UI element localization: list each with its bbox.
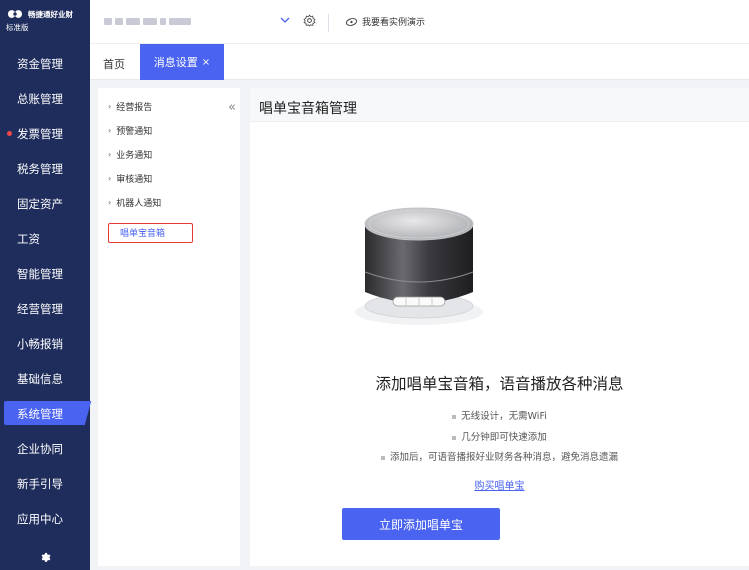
settings-gear-icon[interactable] [40, 552, 51, 563]
tab-home[interactable]: 首页 [103, 56, 125, 72]
tree-item-label: 预警通知 [116, 127, 153, 137]
sidebar-item-label: 工资 [17, 231, 40, 246]
sidebar-item[interactable]: 税务管理 [0, 151, 90, 186]
tab-message-settings[interactable]: 消息设置 × [140, 44, 224, 80]
sidebar-item[interactable]: 资金管理 [0, 46, 90, 81]
tree-item[interactable]: › 业务通知 [108, 148, 152, 161]
sidebar-item-label: 资金管理 [17, 56, 63, 71]
feature-text: 几分钟即可快速添加 [461, 432, 547, 443]
sidebar-item[interactable]: 总账管理 [0, 81, 90, 116]
company-selector[interactable] [104, 18, 194, 27]
feature-text: 无线设计，无需WiFi [461, 411, 547, 422]
category-tree: › 经营报告 › 预警通知 › 业务通知 › 审核通知 › 机器人通知 唱单宝音箱 [98, 88, 240, 566]
tree-item[interactable]: › 机器人通知 [108, 196, 161, 209]
sidebar-item-label: 小畅报销 [17, 336, 63, 351]
tabs-bar: 首页 消息设置 × [90, 44, 749, 80]
tab-label: 消息设置 [153, 56, 198, 69]
tree-item-label: 业务通知 [116, 151, 153, 161]
divider [328, 14, 329, 32]
sidebar-item[interactable]: 系统管理 [0, 396, 90, 431]
tree-item[interactable]: › 审核通知 [108, 172, 152, 185]
sidebar-item[interactable]: 智能管理 [0, 256, 90, 291]
tree-item-label: 经营报告 [116, 103, 153, 113]
sidebar-item[interactable]: 经营管理 [0, 291, 90, 326]
gear-icon[interactable] [303, 14, 316, 27]
tree-item[interactable]: › 经营报告 [108, 100, 152, 113]
chevron-right-icon[interactable]: › [108, 174, 111, 183]
eye-icon [345, 17, 358, 26]
sidebar-nav: 资金管理总账管理发票管理税务管理固定资产工资智能管理经营管理小畅报销基础信息系统… [0, 46, 90, 536]
sidebar-item-label: 税务管理 [17, 161, 63, 176]
sidebar-item[interactable]: 固定资产 [0, 186, 90, 221]
add-speaker-button[interactable]: 立即添加唱单宝 [342, 508, 500, 540]
sidebar-item-label: 基础信息 [17, 371, 63, 386]
sidebar-item-label: 新手引导 [17, 476, 63, 491]
sidebar-item-label: 系统管理 [17, 406, 63, 421]
sidebar-item[interactable]: 基础信息 [0, 361, 90, 396]
tree-item-label: 机器人通知 [116, 199, 162, 209]
top-bar: 我要看实例演示 [90, 0, 749, 44]
sidebar-item-label: 应用中心 [17, 511, 63, 526]
speaker-image [355, 207, 483, 325]
chevron-down-icon[interactable] [280, 15, 290, 25]
logo-icon [8, 10, 22, 18]
collapse-panel-icon[interactable]: « [228, 100, 236, 115]
sidebar-item-label: 发票管理 [17, 126, 63, 141]
sidebar-item-label: 固定资产 [17, 196, 63, 211]
logo-name: 畅捷通好业财 [28, 9, 73, 19]
sidebar-item-label: 企业协同 [17, 441, 63, 456]
feature-bullet: 无线设计，无需WiFi [250, 408, 749, 422]
tree-item[interactable]: › 预警通知 [108, 124, 152, 137]
main-panel: 唱单宝音箱管理 添加唱单宝音箱，语音播放各种消息 无线设计，无需WiFi 几分钟… [250, 88, 749, 566]
feature-bullet: 几分钟即可快速添加 [250, 429, 749, 443]
sidebar-item-label: 经营管理 [17, 301, 63, 316]
buy-link[interactable]: 购买唱单宝 [250, 477, 749, 492]
sidebar-item-label: 总账管理 [17, 91, 63, 106]
sidebar-item[interactable]: 发票管理 [0, 116, 90, 151]
chevron-right-icon[interactable]: › [108, 126, 111, 135]
sidebar-item[interactable]: 工资 [0, 221, 90, 256]
tree-item-label: 审核通知 [116, 175, 153, 185]
demo-label: 我要看实例演示 [362, 18, 426, 28]
sidebar: 畅捷通好业财 标准版 资金管理总账管理发票管理税务管理固定资产工资智能管理经营管… [0, 0, 90, 570]
headline: 添加唱单宝音箱，语音播放各种消息 [375, 375, 624, 393]
chevron-right-icon[interactable]: › [108, 150, 111, 159]
page-title: 唱单宝音箱管理 [250, 88, 749, 122]
tree-item-speaker[interactable]: 唱单宝音箱 [108, 223, 193, 243]
tree-item-label: 唱单宝音箱 [120, 229, 166, 239]
logo[interactable]: 畅捷通好业财 标准版 [0, 0, 90, 46]
chevron-right-icon[interactable]: › [108, 102, 111, 111]
edition-label: 标准版 [6, 23, 29, 32]
chevron-right-icon[interactable]: › [108, 198, 111, 207]
demo-link[interactable]: 我要看实例演示 [345, 15, 425, 28]
sidebar-item[interactable]: 应用中心 [0, 501, 90, 536]
sidebar-footer[interactable] [0, 544, 90, 570]
feature-bullet: 添加后，可语音播报好业财务各种消息，避免消息遗漏 [250, 449, 749, 463]
sidebar-item[interactable]: 新手引导 [0, 466, 90, 501]
feature-text: 添加后，可语音播报好业财务各种消息，避免消息遗漏 [389, 452, 618, 463]
sidebar-item[interactable]: 企业协同 [0, 431, 90, 466]
sidebar-item[interactable]: 小畅报销 [0, 326, 90, 361]
close-icon[interactable]: × [202, 57, 210, 68]
sidebar-item-label: 智能管理 [17, 266, 63, 281]
